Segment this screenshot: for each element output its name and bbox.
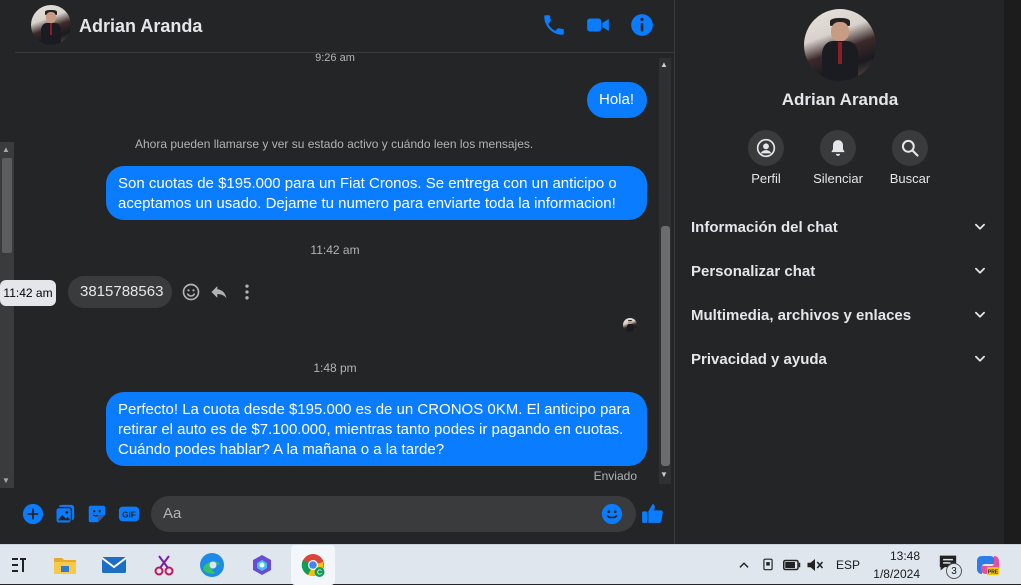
timestamp-1142: 11:42 am: [310, 243, 360, 257]
copilot-preview-icon[interactable]: PRE: [976, 553, 1000, 577]
chrome-button-active[interactable]: C: [291, 545, 335, 585]
like-icon[interactable]: [640, 501, 665, 526]
section-chat-info-label: Información del chat: [691, 219, 838, 236]
task-view-button[interactable]: [0, 545, 40, 585]
profile-button[interactable]: [748, 130, 784, 166]
timestamp-148: 1:48 pm: [313, 361, 357, 375]
file-explorer-button[interactable]: [45, 545, 85, 585]
volume-muted-icon[interactable]: [806, 557, 824, 573]
window-edge: [1004, 0, 1021, 544]
gif-icon[interactable]: GIF: [118, 503, 140, 525]
meet-now-icon[interactable]: [761, 557, 775, 573]
chat-scroll-up-arrow[interactable]: ▲: [660, 60, 668, 69]
bell-icon: [831, 140, 845, 156]
chevron-down-icon: [975, 355, 985, 362]
message-cuotas[interactable]: Son cuotas de $195.000 para un Fiat Cron…: [106, 166, 647, 220]
video-icon[interactable]: [585, 12, 611, 38]
system-notice: Ahora pueden llamarse y ver su estado ac…: [135, 137, 534, 151]
left-scroll-down-arrow[interactable]: ▼: [2, 476, 10, 485]
task-view-icon: [12, 558, 26, 572]
image-icon[interactable]: [54, 503, 76, 525]
mail-button[interactable]: [94, 545, 134, 585]
profile-name: Adrian Aranda: [781, 90, 899, 109]
clock-time[interactable]: 13:48: [874, 549, 920, 563]
profile-label: Perfil: [751, 171, 781, 186]
copilot-button[interactable]: [242, 545, 282, 585]
notifications-button[interactable]: 3: [938, 554, 964, 580]
profile-icon: [756, 138, 776, 158]
info-icon[interactable]: [629, 12, 655, 38]
chevron-down-icon: [975, 311, 985, 318]
svg-text:PRE: PRE: [988, 570, 999, 576]
time-tooltip: 11:42 am: [0, 280, 56, 306]
mail-icon: [101, 557, 127, 573]
show-hidden-icons-button[interactable]: [737, 558, 751, 572]
contact-avatar[interactable]: [31, 5, 71, 45]
profile-avatar-large[interactable]: [804, 9, 876, 81]
mute-label: Silenciar: [813, 171, 863, 186]
search-button[interactable]: [892, 130, 928, 166]
chat-header: Adrian Aranda: [15, 0, 674, 53]
chat-scrollbar-thumb[interactable]: [661, 226, 670, 466]
chevron-down-icon: [975, 267, 985, 274]
section-chat-info[interactable]: Información del chat: [691, 206, 991, 246]
mute-button[interactable]: [820, 130, 856, 166]
phone-icon[interactable]: [541, 12, 567, 38]
react-emoji-icon[interactable]: [181, 282, 201, 302]
copilot-icon: [253, 555, 271, 575]
snipping-tool-button[interactable]: [144, 545, 184, 585]
clock-date[interactable]: 1/8/2024: [868, 567, 920, 581]
section-customize-chat-label: Personalizar chat: [691, 263, 816, 280]
message-hola[interactable]: Hola!: [587, 82, 647, 118]
section-privacy-help-label: Privacidad y ayuda: [691, 351, 827, 368]
battery-icon[interactable]: [783, 558, 801, 572]
chevron-up-icon: [739, 562, 749, 568]
message-perfecto[interactable]: Perfecto! La cuota desde $195.000 es de …: [106, 392, 647, 466]
chevron-down-icon: [975, 223, 985, 230]
section-privacy-help[interactable]: Privacidad y ayuda: [691, 338, 991, 378]
chat-info-panel: Adrian Aranda Perfil Silenciar Buscar In…: [674, 0, 1004, 544]
chat-panel: Adrian Aranda 9:26 am Hola! Ahora pueden…: [15, 0, 674, 544]
timestamp-top: 9:26 am: [315, 52, 355, 62]
folder-icon: [54, 558, 76, 574]
svg-text:C: C: [317, 570, 322, 577]
section-media-files[interactable]: Multimedia, archivos y enlaces: [691, 294, 991, 334]
reply-icon[interactable]: [209, 282, 229, 302]
snipping-tool-icon: [154, 555, 174, 576]
input-language[interactable]: ESP: [836, 558, 860, 572]
section-customize-chat[interactable]: Personalizar chat: [691, 250, 991, 290]
read-receipt-avatar: [623, 318, 637, 332]
edge-icon: [200, 553, 224, 577]
left-scroll-up-arrow[interactable]: ▲: [2, 145, 10, 154]
notification-badge: 3: [946, 563, 962, 579]
edge-browser-button[interactable]: [192, 545, 232, 585]
message-input[interactable]: Aa: [151, 496, 636, 532]
chat-scroll-down-arrow[interactable]: ▼: [660, 470, 668, 479]
taskbar: C ESP 13:48 1/8/2024 3 PRE: [0, 544, 1021, 585]
message-status: Enviado: [593, 469, 637, 483]
message-incoming-number[interactable]: 3815788563: [68, 276, 172, 308]
emoji-icon[interactable]: [601, 503, 623, 525]
contact-name[interactable]: Adrian Aranda: [79, 16, 202, 37]
more-options-icon[interactable]: [237, 282, 257, 302]
search-label: Buscar: [889, 171, 931, 186]
plus-icon[interactable]: [22, 503, 44, 525]
section-media-files-label: Multimedia, archivos y enlaces: [691, 307, 912, 324]
search-icon: [901, 139, 919, 157]
chrome-icon: C: [301, 554, 325, 577]
left-scrollbar-thumb[interactable]: [2, 158, 12, 253]
sticker-icon[interactable]: [86, 503, 108, 525]
svg-text:GIF: GIF: [122, 511, 136, 520]
